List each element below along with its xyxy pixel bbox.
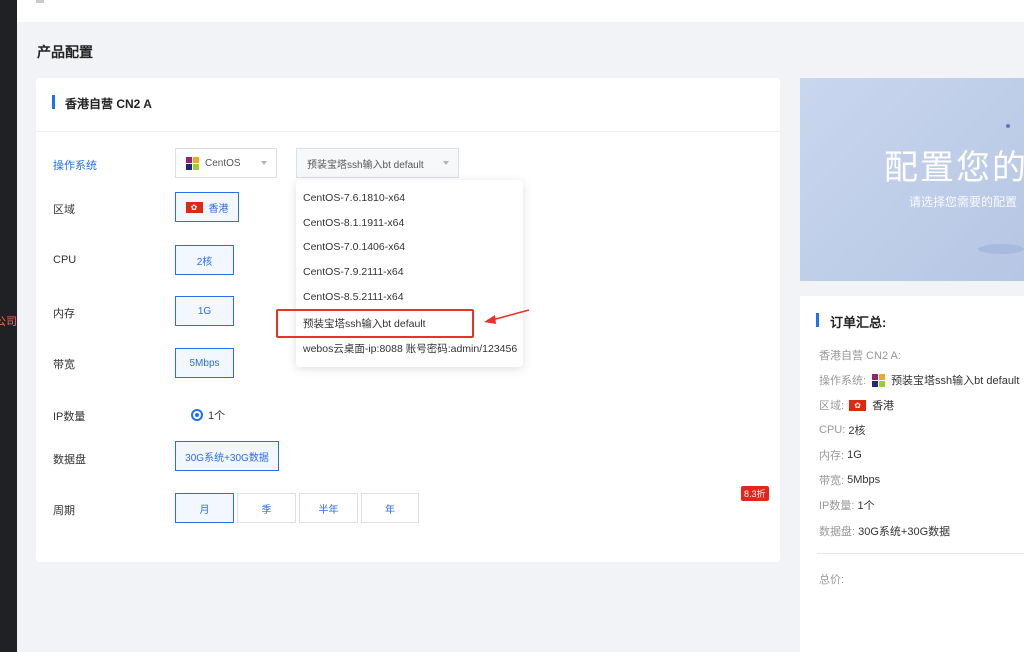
dropdown-option[interactable]: CentOS-7.9.2111-x64 <box>303 266 404 278</box>
left-sidebar: 公司 <box>0 0 17 652</box>
discount-badge: 8.3折 <box>741 486 769 501</box>
cpu-option[interactable]: 2核 <box>175 245 234 275</box>
title-accent-bar <box>52 95 55 109</box>
centos-logo-icon <box>186 156 199 170</box>
banner-subtitle: 请选择您需要的配置 <box>909 195 1018 209</box>
sidebar-partial-text[interactable]: 公司 <box>0 313 17 329</box>
summary-ip: IP数量: 1个 <box>819 500 875 512</box>
order-summary-panel: 订单汇总: 香港自营 CN2 A: 操作系统: 预装宝塔ssh输入bt defa… <box>800 296 1024 652</box>
summary-divider <box>817 553 1024 554</box>
dropdown-option[interactable]: CentOS-7.6.1810-x64 <box>303 192 405 204</box>
disk-option[interactable]: 30G系统+30G数据 <box>175 441 279 471</box>
memory-label: 内存 <box>53 308 75 320</box>
annotation-arrow-icon <box>484 309 530 324</box>
os-image-dropdown: CentOS-7.6.1810-x64 CentOS-8.1.1911-x64 … <box>296 180 523 367</box>
dropdown-option[interactable]: CentOS-7.0.1406-x64 <box>303 241 405 253</box>
hk-flag-icon: ✿ <box>849 399 867 411</box>
product-name: 香港自营 CN2 A <box>65 97 152 111</box>
annotation-highlight-box <box>276 309 474 338</box>
summary-accent-bar <box>816 313 819 327</box>
period-option-month[interactable]: 月 <box>175 493 234 523</box>
region-option-label: 香港 <box>208 203 229 215</box>
summary-disk: 数据盘: 30G系统+30G数据 <box>819 526 951 538</box>
period-label: 周期 <box>53 505 75 517</box>
ip-label: IP数量 <box>53 411 86 423</box>
promo-banner: 配置您的产 请选择您需要的配置 <box>800 78 1024 281</box>
period-option-quarter[interactable]: 季 <box>237 493 296 523</box>
os-select[interactable]: CentOS <box>175 148 277 178</box>
bandwidth-option[interactable]: 5Mbps <box>175 348 234 378</box>
banner-decoration <box>978 244 1024 254</box>
summary-total: 总价: <box>819 574 845 586</box>
page-title: 产品配置 <box>37 44 93 60</box>
dropdown-option[interactable]: CentOS-8.1.1911-x64 <box>303 217 404 229</box>
ip-radio[interactable] <box>191 409 203 421</box>
memory-option[interactable]: 1G <box>175 296 234 326</box>
ip-radio-label: 1个 <box>208 410 226 422</box>
bandwidth-label: 带宽 <box>53 359 75 371</box>
summary-os: 操作系统: 预装宝塔ssh输入bt default <box>819 373 1020 387</box>
os-label: 操作系统 <box>53 160 97 172</box>
centos-logo-icon <box>872 373 886 387</box>
dropdown-option[interactable]: webos云桌面-ip:8088 账号密码:admin/123456 <box>303 341 517 356</box>
top-bar <box>17 0 1024 22</box>
os-image-select[interactable]: 预装宝塔ssh输入bt default <box>296 148 459 178</box>
os-image-select-value: 预装宝塔ssh输入bt default <box>307 159 424 171</box>
disk-label: 数据盘 <box>53 454 86 466</box>
summary-region: 区域: ✿ 香港 <box>819 399 895 412</box>
cpu-label: CPU <box>53 254 77 266</box>
hk-flag-icon: ✿ <box>185 201 203 213</box>
summary-memory: 内存: 1G <box>819 449 862 462</box>
region-option-hongkong[interactable]: ✿ 香港 <box>175 192 239 222</box>
summary-cpu: CPU: 2核 <box>819 424 866 437</box>
banner-title: 配置您的产 <box>884 149 1024 187</box>
region-label: 区域 <box>53 204 75 216</box>
summary-product: 香港自营 CN2 A: <box>819 350 901 362</box>
period-option-halfyear[interactable]: 半年 <box>299 493 358 523</box>
chevron-down-icon <box>443 161 449 165</box>
period-option-year[interactable]: 年 <box>361 493 419 523</box>
chevron-down-icon <box>261 161 267 165</box>
menu-icon[interactable] <box>36 0 44 3</box>
summary-bandwidth: 带宽: 5Mbps <box>819 474 881 487</box>
summary-title: 订单汇总: <box>830 315 887 330</box>
banner-dot <box>1006 124 1010 128</box>
card-header: 香港自营 CN2 A <box>36 78 780 132</box>
dropdown-option[interactable]: CentOS-8.5.2111-x64 <box>303 291 404 303</box>
os-select-value: CentOS <box>205 157 241 169</box>
